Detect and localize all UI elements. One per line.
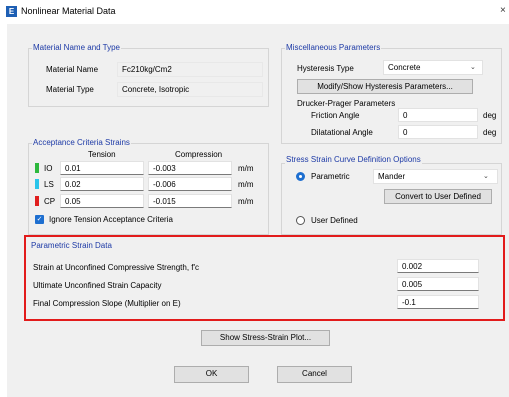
hysteresis-type-select[interactable]: Concrete: [383, 60, 483, 75]
window-title: Nonlinear Material Data: [21, 6, 116, 16]
ignore-tension-label: Ignore Tension Acceptance Criteria: [49, 215, 173, 224]
dilatational-angle-field[interactable]: 0: [398, 125, 478, 139]
material-name-field: Fc210kg/Cm2: [117, 62, 263, 77]
chevron-down-icon[interactable]: ⌄: [483, 172, 489, 180]
dilatational-angle-label: Dilatational Angle: [311, 128, 373, 137]
ls-compression-field[interactable]: -0.006: [148, 177, 232, 191]
strain-at-fc-field[interactable]: 0.002: [397, 259, 479, 273]
material-group: [28, 48, 269, 107]
parametric-model-select[interactable]: Mander: [373, 169, 498, 184]
parametric-strain-title: Parametric Strain Data: [31, 241, 112, 250]
tension-header: Tension: [88, 150, 116, 159]
io-tension-field[interactable]: 0.01: [60, 161, 144, 175]
stress-strain-options-title: Stress Strain Curve Definition Options: [285, 155, 422, 165]
strain-at-fc-label: Strain at Unconfined Compressive Strengt…: [33, 263, 200, 272]
ls-unit: m/m: [238, 180, 254, 189]
friction-angle-unit: deg: [483, 111, 497, 120]
cp-color-bar: [35, 196, 39, 206]
parametric-radio[interactable]: [296, 172, 305, 181]
chevron-down-icon[interactable]: ⌄: [470, 63, 476, 71]
io-label: IO: [44, 164, 53, 173]
cp-label: CP: [44, 197, 56, 206]
cp-compression-field[interactable]: -0.015: [148, 194, 232, 208]
ultimate-strain-label: Ultimate Unconfined Strain Capacity: [33, 281, 162, 290]
io-compression-field[interactable]: -0.003: [148, 161, 232, 175]
ls-label: LS: [44, 180, 54, 189]
compression-header: Compression: [175, 150, 223, 159]
acceptance-criteria-title: Acceptance Criteria Strains: [32, 138, 131, 148]
drucker-prager-title: Drucker-Prager Parameters: [297, 99, 396, 108]
hysteresis-type-label: Hysteresis Type: [297, 64, 354, 73]
ls-tension-field[interactable]: 0.02: [60, 177, 144, 191]
material-group-title: Material Name and Type: [32, 43, 122, 53]
title-bar: E Nonlinear Material Data ×: [0, 0, 509, 24]
show-stress-strain-plot-button[interactable]: Show Stress-Strain Plot...: [201, 330, 330, 346]
parametric-label: Parametric: [311, 172, 350, 181]
cp-tension-field[interactable]: 0.05: [60, 194, 144, 208]
ignore-tension-checkbox[interactable]: ✓: [35, 215, 44, 224]
friction-angle-label: Friction Angle: [311, 111, 360, 120]
final-slope-label: Final Compression Slope (Multiplier on E…: [33, 299, 181, 308]
user-defined-radio[interactable]: [296, 216, 305, 225]
misc-parameters-title: Miscellaneous Parameters: [285, 43, 382, 53]
ultimate-strain-field[interactable]: 0.005: [397, 277, 479, 291]
app-icon: E: [6, 6, 17, 17]
friction-angle-field[interactable]: 0: [398, 108, 478, 122]
material-type-field: Concrete, Isotropic: [117, 82, 263, 97]
dilatational-angle-unit: deg: [483, 128, 497, 137]
cancel-button[interactable]: Cancel: [277, 366, 352, 383]
material-name-label: Material Name: [46, 65, 99, 74]
ok-button[interactable]: OK: [174, 366, 249, 383]
close-icon[interactable]: ×: [500, 5, 506, 16]
user-defined-label: User Defined: [311, 216, 358, 225]
ls-color-bar: [35, 179, 39, 189]
io-color-bar: [35, 163, 39, 173]
io-unit: m/m: [238, 164, 254, 173]
modify-hysteresis-button[interactable]: Modify/Show Hysteresis Parameters...: [297, 79, 473, 94]
material-type-label: Material Type: [46, 85, 94, 94]
final-slope-field[interactable]: -0.1: [397, 295, 479, 309]
cp-unit: m/m: [238, 197, 254, 206]
convert-to-user-defined-button[interactable]: Convert to User Defined: [384, 189, 492, 204]
